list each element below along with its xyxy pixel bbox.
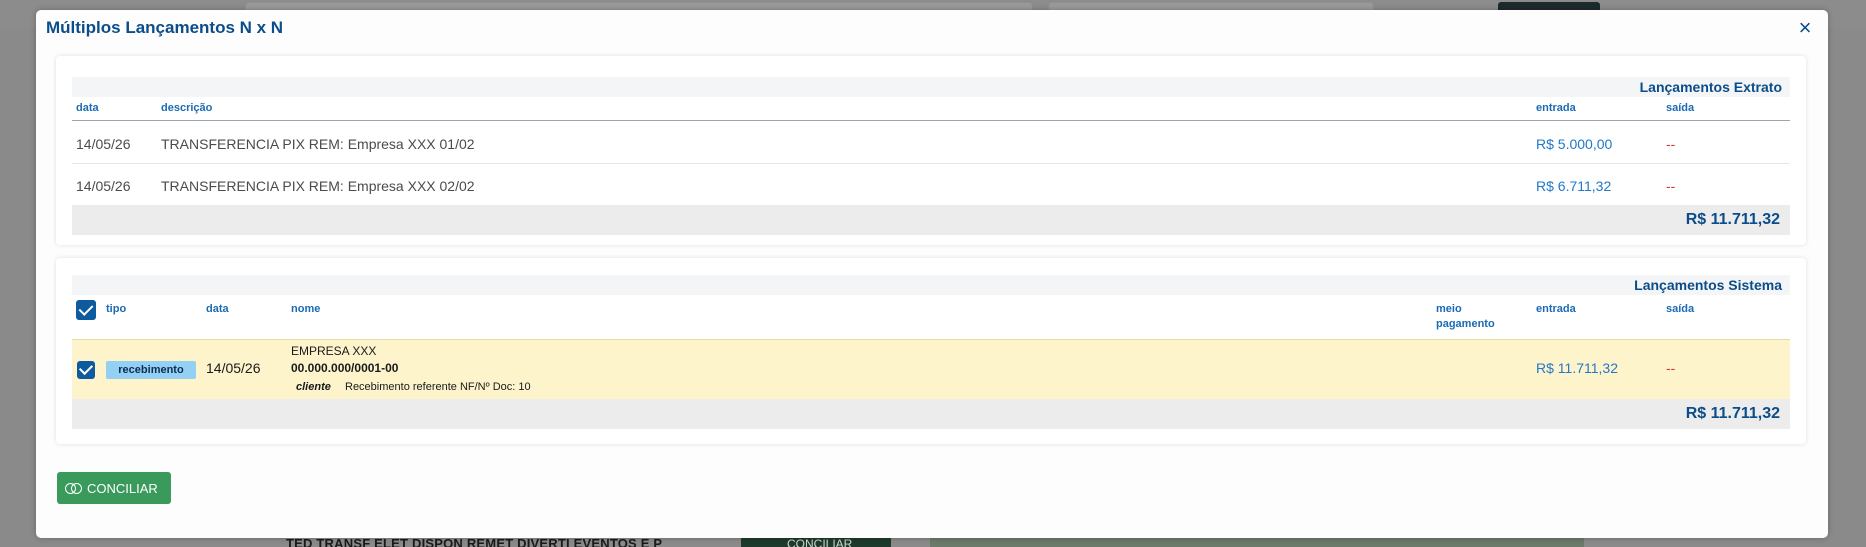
tipo-badge: recebimento: [106, 361, 196, 379]
sistema-row-descricao: Recebimento referente NF/Nº Doc: 10: [345, 381, 531, 393]
sistema-row-date: 14/05/26: [206, 360, 261, 376]
sistema-col-nome: nome: [291, 303, 321, 315]
extrato-col-entrada: entrada: [1536, 102, 1576, 114]
extrato-row-entrada: R$ 5.000,00: [1536, 136, 1613, 152]
sistema-section-header: Lançamentos Sistema: [72, 275, 1790, 295]
row-divider: [72, 163, 1790, 164]
sistema-col-saida: saída: [1666, 303, 1695, 315]
extrato-row-saida: --: [1666, 136, 1676, 152]
select-all-checkbox[interactable]: [76, 300, 96, 320]
extrato-total-bar: R$ 11.711,32: [72, 205, 1790, 235]
extrato-col-descricao: descrição: [161, 102, 213, 114]
conciliar-button-label: CONCILIAR: [87, 480, 158, 496]
extrato-row-date: 14/05/26: [76, 178, 131, 194]
close-icon[interactable]: ×: [1796, 17, 1814, 39]
modal-dialog: Múltiplos Lançamentos N x N × Lançamento…: [36, 10, 1828, 538]
sistema-row-entrada: R$ 11.711,32: [1536, 360, 1618, 376]
extrato-row-date: 14/05/26: [76, 136, 131, 152]
extrato-row-description: TRANSFERENCIA PIX REM: Empresa XXX 01/02: [161, 136, 475, 152]
row-checkbox[interactable]: [77, 361, 95, 379]
link-rings-icon: [65, 482, 83, 494]
extrato-col-data: data: [76, 102, 99, 114]
conciliar-button[interactable]: CONCILIAR: [57, 472, 171, 504]
extrato-row-entrada: R$ 6.711,32: [1536, 178, 1612, 194]
extrato-col-saida: saída: [1666, 102, 1695, 114]
sistema-total: R$ 11.711,32: [1685, 405, 1780, 422]
sistema-section-title: Lançamentos Sistema: [1634, 277, 1782, 293]
sistema-col-pagamento: pagamento: [1436, 318, 1495, 330]
extrato-total: R$ 11.711,32: [1685, 211, 1780, 228]
sistema-total-bar: R$ 11.711,32: [72, 399, 1790, 429]
sistema-col-meio: meio: [1436, 303, 1462, 315]
sistema-row[interactable]: recebimento 14/05/26 EMPRESA XXX 00.000.…: [72, 339, 1790, 399]
extrato-header-divider: [72, 120, 1790, 121]
sistema-row-label: cliente: [296, 381, 331, 393]
extrato-section-title: Lançamentos Extrato: [1639, 79, 1782, 95]
extrato-section-header: Lançamentos Extrato: [72, 77, 1790, 97]
sistema-col-data: data: [206, 303, 229, 315]
sistema-row-documento: 00.000.000/0001-00: [291, 361, 399, 375]
extrato-row-saida: --: [1666, 178, 1676, 194]
sistema-card: Lançamentos Sistema tipo data nome meio …: [56, 258, 1806, 444]
sistema-row-nome: EMPRESA XXX: [291, 344, 377, 358]
sistema-col-entrada: entrada: [1536, 303, 1576, 315]
modal-title: Múltiplos Lançamentos N x N: [46, 18, 284, 37]
extrato-row-description: TRANSFERENCIA PIX REM: Empresa XXX 02/02: [161, 178, 475, 194]
extrato-card: Lançamentos Extrato data descrição entra…: [56, 56, 1806, 245]
sistema-col-tipo: tipo: [106, 303, 127, 315]
sistema-row-saida: --: [1666, 360, 1676, 376]
